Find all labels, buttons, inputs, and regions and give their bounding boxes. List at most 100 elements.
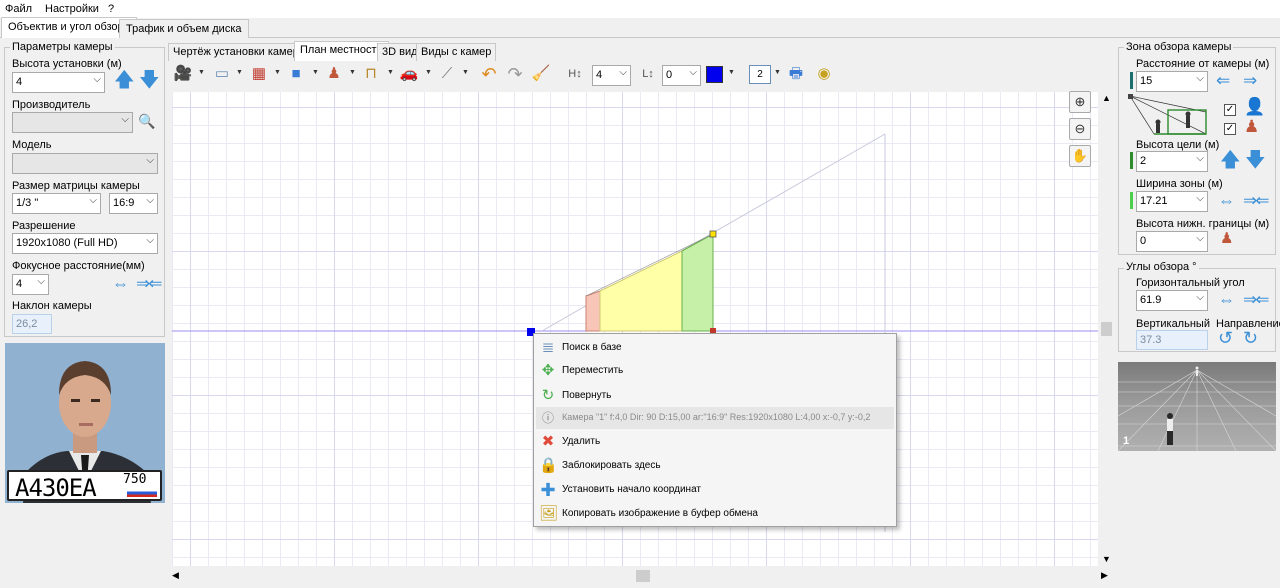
aspect-combo[interactable]: 16:9	[109, 193, 158, 214]
arrow-down-icon[interactable]: 🡇	[1245, 150, 1266, 172]
color-swatch[interactable]	[706, 66, 723, 83]
scroll-right-icon[interactable]: ▶	[1101, 570, 1108, 581]
origin-icon: ✚	[540, 480, 556, 500]
width-arrows-icon[interactable]: ⇔	[112, 275, 129, 292]
floor-level-combo[interactable]: 0	[662, 65, 701, 86]
ctx-item-lock[interactable]: 🔒 Заблокировать здесь	[536, 455, 894, 477]
angles-title: Углы обзора °	[1124, 261, 1199, 273]
arrow-down-icon[interactable]: 🡇	[139, 70, 160, 92]
measure-tape-icon[interactable]: ◉	[813, 64, 835, 84]
ctx-item-copy-image[interactable]: 🖼 Копировать изображение в буфер обмена	[536, 503, 894, 525]
menu-file[interactable]: Файл	[5, 3, 32, 15]
widen-arrows-icon[interactable]: ⇔	[1218, 192, 1235, 209]
wall-tool-icon[interactable]: ▦	[248, 64, 270, 84]
tab-drawing[interactable]: Чертёж установки камеры	[168, 43, 312, 61]
manufacturer-combo[interactable]	[12, 112, 133, 133]
scroll-thumb[interactable]	[636, 570, 650, 582]
chevron-down-icon[interactable]: ▼	[774, 69, 781, 76]
chevron-down-icon[interactable]: ▼	[274, 69, 281, 76]
line-tool-icon[interactable]: ⟋	[436, 64, 458, 84]
rotate-left-icon[interactable]: ↺	[1218, 328, 1233, 349]
chevron-down-icon[interactable]: ▼	[462, 69, 469, 76]
car-tool-icon[interactable]: 🚗	[398, 64, 420, 84]
box-tool-icon[interactable]: ■	[285, 64, 307, 84]
distance-combo[interactable]: 15	[1136, 71, 1208, 92]
rotate-right-icon[interactable]: ↻	[1243, 328, 1258, 349]
height-level-combo[interactable]: 4	[592, 65, 631, 86]
chevron-down-icon[interactable]: ▼	[349, 69, 356, 76]
lower-combo[interactable]: 0	[1136, 231, 1208, 252]
horizontal-scrollbar[interactable]: ◀ ▶	[168, 568, 1114, 584]
context-menu: ≣ Поиск в базе ✥ Переместить ↻ Повернуть…	[533, 333, 897, 527]
model-label: Модель	[12, 139, 52, 151]
chevron-down-icon[interactable]: ▼	[236, 69, 243, 76]
tilt-field[interactable]: 26,2	[12, 314, 52, 334]
tab-traffic[interactable]: Трафик и объем диска	[119, 19, 249, 38]
zoom-out-icon[interactable]: ⊖	[1069, 118, 1091, 140]
focal-combo[interactable]: 4	[12, 274, 49, 295]
chevron-down-icon[interactable]: ▼	[312, 69, 319, 76]
show-zone-checkbox[interactable]: ✓	[1224, 104, 1236, 116]
menu-settings[interactable]: Настройки	[45, 3, 99, 15]
scroll-thumb[interactable]	[1101, 322, 1112, 336]
ctx-item-search[interactable]: ≣ Поиск в базе	[536, 337, 894, 359]
bench-tool-icon[interactable]: ⊓	[360, 64, 382, 84]
tab-lens[interactable]: Объектив и угол обзора	[1, 17, 137, 38]
show-target-checkbox[interactable]: ✓	[1224, 123, 1236, 135]
undo-icon[interactable]: ↶	[478, 64, 500, 84]
left-right-arrows-icon[interactable]: ⇐	[1216, 72, 1230, 89]
chevron-down-icon[interactable]: ▼	[198, 69, 205, 76]
scroll-left-icon[interactable]: ◀	[172, 570, 179, 581]
tab-terrain-plan[interactable]: План местности	[294, 41, 389, 61]
ctx-item-origin[interactable]: ✚ Установить начало координат	[536, 479, 894, 501]
widen-arrows-icon[interactable]: ⇔	[1218, 291, 1235, 308]
search-db-icon[interactable]: 🔍	[138, 113, 158, 133]
camera-3d-view: 1	[1118, 362, 1276, 451]
floor-level-icon: L↕	[642, 68, 654, 80]
search-db-icon: ≣	[541, 339, 555, 356]
v-angle-field[interactable]: 37.3	[1136, 330, 1208, 350]
scroll-down-icon[interactable]: ▼	[1102, 554, 1111, 564]
resolution-combo[interactable]: 1920x1080 (Full HD)	[12, 233, 158, 254]
model-combo[interactable]	[12, 153, 158, 174]
page-number[interactable]: 2	[749, 65, 771, 84]
width-combo[interactable]: 17.21	[1136, 191, 1208, 212]
target-combo[interactable]: 2	[1136, 151, 1208, 172]
redo-icon[interactable]: ↷	[504, 64, 526, 84]
right-arrows-icon[interactable]: ⇒	[1243, 72, 1257, 89]
focal-label: Фокусное расстояние(мм)	[12, 260, 145, 272]
h-angle-combo[interactable]: 61.9	[1136, 290, 1208, 311]
zone-schema-icon	[1128, 94, 1207, 135]
h-angle-label: Горизонтальный угол	[1136, 277, 1245, 289]
ctx-item-rotate[interactable]: ↻ Повернуть	[536, 385, 894, 407]
height-combo[interactable]: 4	[12, 72, 105, 93]
chevron-down-icon[interactable]: ▼	[728, 69, 735, 76]
tab-camera-views[interactable]: Виды с камер	[416, 43, 497, 61]
clear-icon[interactable]: 🧹	[530, 64, 552, 84]
arrow-up-icon[interactable]: 🡅	[1220, 150, 1241, 172]
matrix-combo[interactable]: 1/3 "	[12, 193, 101, 214]
narrow-arrows-icon[interactable]: ⇒⇐	[1243, 291, 1269, 308]
vertical-scrollbar[interactable]: ▲ ▼	[1099, 92, 1114, 566]
matrix-label: Размер матрицы камеры	[12, 180, 140, 192]
scroll-up-icon[interactable]: ▲	[1102, 93, 1111, 103]
flag-icon	[127, 489, 157, 497]
narrow-arrows-icon[interactable]: ⇒⇐	[136, 275, 162, 292]
chevron-down-icon[interactable]: ▼	[387, 69, 394, 76]
menu-help[interactable]: ?	[108, 3, 114, 15]
camera-preview-image: A430EA 750	[5, 343, 165, 503]
height-level-icon: H↕	[568, 68, 582, 80]
ctx-item-delete[interactable]: ✖ Удалить	[536, 431, 894, 453]
pan-hand-icon[interactable]: ✋	[1069, 145, 1091, 167]
text-tool-icon[interactable]: ▭	[211, 64, 233, 84]
arrow-up-icon[interactable]: 🡅	[114, 70, 135, 92]
person-tool-icon[interactable]: ♟	[323, 64, 345, 84]
narrow-arrows-icon[interactable]: ⇒⇐	[1243, 192, 1269, 209]
ctx-item-move[interactable]: ✥ Переместить	[536, 360, 894, 382]
ctx-item-camera-info: ⓘ Камера "1" f:4,0 Dir: 90 D:15,00 ar:"1…	[536, 407, 894, 429]
camera-params-title: Параметры камеры	[10, 41, 115, 53]
print-icon[interactable]: 🖶	[785, 64, 807, 84]
zoom-in-icon[interactable]: ⊕	[1069, 91, 1091, 113]
camera-tool-icon[interactable]: 🎥	[172, 64, 194, 84]
chevron-down-icon[interactable]: ▼	[425, 69, 432, 76]
